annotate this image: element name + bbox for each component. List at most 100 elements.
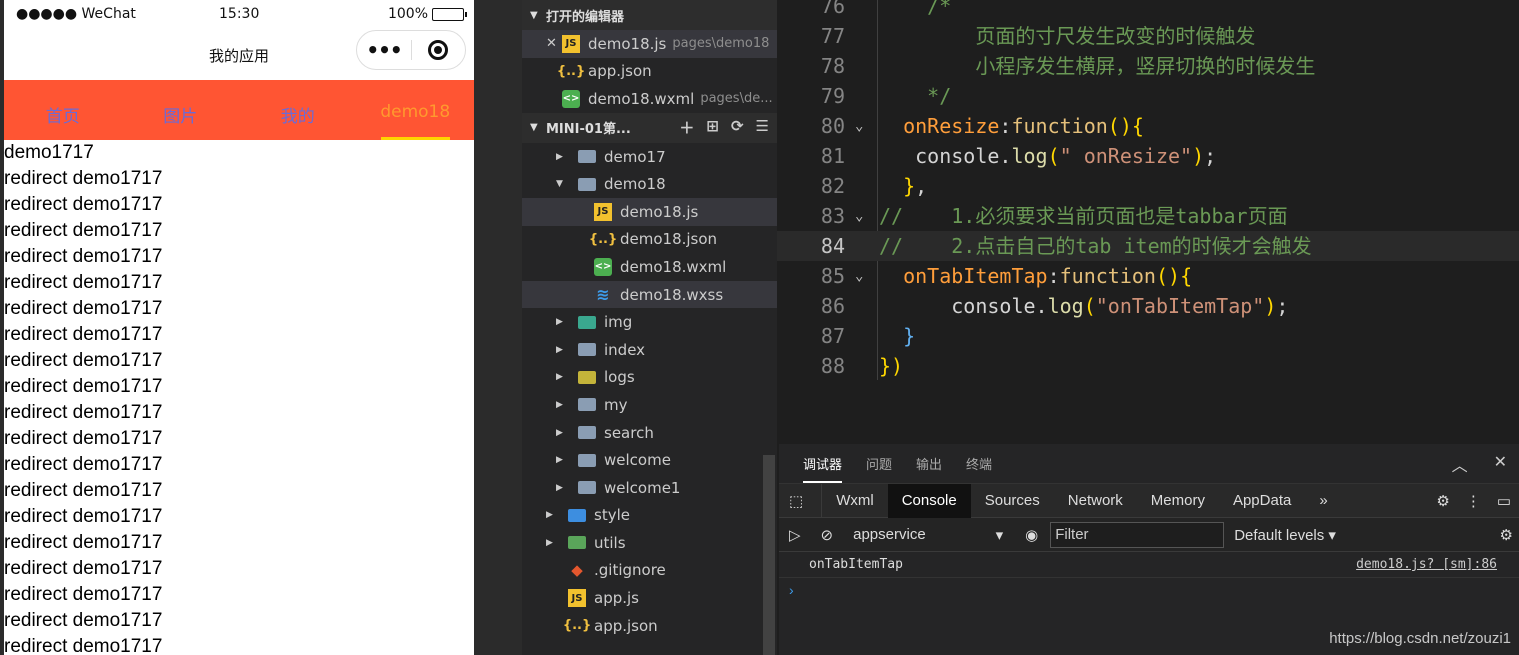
new-folder-icon[interactable]: ⊞ (706, 117, 719, 138)
explorer-scrollbar[interactable] (763, 455, 775, 655)
more-icon[interactable]: ••• (357, 38, 411, 62)
tree-item-app-js[interactable]: JS app.js (522, 584, 777, 612)
log-message: onTabItemTap (809, 557, 903, 572)
console-log-entry: onTabItemTap demo18.js? [sm]:86 (779, 552, 1519, 578)
wxss-file-icon: ≋ (596, 285, 610, 305)
file-name: demo18.js (588, 34, 667, 53)
tab-item-0[interactable]: 首页 (4, 80, 122, 140)
phone-simulator: ●●●●● WeChat 15:30 100% 我的应用 ••• 首页 图片 我的 d… (0, 0, 474, 655)
tab-problems[interactable]: 问题 (866, 454, 892, 473)
content-line: redirect demo1717 (4, 402, 163, 423)
more-tabs-icon[interactable]: » (1305, 484, 1341, 518)
folder-icon (578, 398, 596, 412)
project-header[interactable]: ▼ MINI-01第... ＋ ⊞ ⟳ ☰ (522, 112, 777, 143)
tree-item-label: my (604, 395, 628, 414)
tab-memory[interactable]: Memory (1137, 484, 1219, 518)
log-levels-select[interactable]: Default levels ▾ (1224, 526, 1346, 544)
content-line: redirect demo1717 (4, 194, 163, 215)
open-editor-item[interactable]: <> demo18.wxml pages\de... (522, 85, 777, 113)
tree-item-welcome1[interactable]: ▶ welcome1 (522, 474, 777, 502)
tree-item-app-json[interactable]: {..} app.json (522, 612, 777, 640)
close-icon[interactable]: ✕ (1494, 452, 1507, 476)
fold-chevron-icon[interactable]: ⌄ (855, 111, 863, 141)
tree-item-my[interactable]: ▶ my (522, 391, 777, 419)
tree-item-label: index (604, 340, 646, 359)
tab-console[interactable]: Console (887, 483, 971, 518)
tab-wxml[interactable]: Wxml (822, 484, 888, 518)
tab-terminal[interactable]: 终端 (966, 454, 992, 473)
tree-item-demo18-json[interactable]: {..} demo18.json (522, 226, 777, 254)
close-icon[interactable]: ✕ (546, 36, 562, 51)
folder-icon (578, 343, 596, 357)
tree-item-welcome[interactable]: ▶ welcome (522, 446, 777, 474)
line-number: 76 (820, 0, 845, 18)
wxml-file-icon: <> (562, 89, 580, 108)
fold-chevron-icon[interactable]: ⌄ (855, 201, 863, 231)
debugger-top-tabs: 调试器 问题 输出 终端 ︿ ✕ (779, 444, 1519, 484)
tree-item-demo18-wxml[interactable]: <> demo18.wxml (522, 253, 777, 281)
tree-item--gitignore[interactable]: ◆ .gitignore (522, 557, 777, 585)
clear-console-icon[interactable]: ⊘ (811, 526, 844, 544)
tree-item-index[interactable]: ▶ index (522, 336, 777, 364)
content-line: redirect demo1717 (4, 636, 163, 655)
tree-item-logs[interactable]: ▶ logs (522, 364, 777, 392)
line-number: 83 (820, 204, 845, 228)
tree-item-demo17[interactable]: ▶ demo17 (522, 143, 777, 171)
tab-network[interactable]: Network (1054, 484, 1137, 518)
dock-icon[interactable]: ▭ (1497, 492, 1511, 510)
collapse-all-icon[interactable]: ☰ (756, 117, 769, 138)
close-miniprogram-icon[interactable] (412, 40, 465, 60)
content-line: redirect demo1717 (4, 480, 163, 501)
tab-output[interactable]: 输出 (916, 454, 942, 473)
open-editor-item[interactable]: {..} app.json (522, 58, 777, 86)
tree-item-demo18[interactable]: ▼ demo18 (522, 170, 777, 198)
log-source-link[interactable]: demo18.js? [sm]:86 (1356, 557, 1497, 572)
tree-item-img[interactable]: ▶ img (522, 308, 777, 336)
folder-icon (568, 508, 586, 522)
simulator-divider[interactable] (474, 0, 522, 655)
tree-item-utils[interactable]: ▶ utils (522, 529, 777, 557)
tab-item-2[interactable]: 我的 (239, 80, 357, 140)
tab-item-3[interactable]: demo18 (357, 80, 475, 140)
tree-item-demo18-js[interactable]: JS demo18.js (522, 197, 777, 226)
tab-sources[interactable]: Sources (971, 484, 1054, 518)
tree-item-label: demo18.wxml (620, 257, 727, 276)
tree-item-search[interactable]: ▶ search (522, 419, 777, 447)
console-prompt[interactable]: › (779, 582, 1519, 598)
inspect-icon[interactable]: ⬚ (779, 483, 823, 518)
filter-input[interactable]: Filter (1050, 521, 1225, 548)
clock: 15:30 (219, 6, 260, 22)
content-line: redirect demo1717 (4, 324, 163, 345)
tab-debugger[interactable]: 调试器 (803, 454, 843, 483)
open-editor-item[interactable]: ✕ JS demo18.js pages\demo18 (522, 30, 777, 58)
tab-appdata[interactable]: AppData (1219, 484, 1305, 518)
tree-item-style[interactable]: ▶ style (522, 502, 777, 530)
line-number: 80 (820, 114, 845, 138)
sidebar-toggle-icon[interactable]: ▷ (779, 526, 811, 544)
code-line: 80 ⌄ onResize:function(){ (777, 111, 1519, 141)
console-settings-icon[interactable]: ⚙ (1500, 526, 1519, 544)
settings-icon[interactable]: ⚙ (1436, 492, 1449, 510)
tree-item-label: demo18 (604, 175, 666, 194)
folder-icon (578, 370, 596, 384)
more-options-icon[interactable]: ⋮ (1466, 492, 1481, 510)
context-select[interactable]: appservice ▾ (843, 526, 1013, 544)
tree-item-label: .gitignore (594, 561, 666, 580)
content-line: redirect demo1717 (4, 584, 163, 605)
eye-icon[interactable]: ◉ (1013, 526, 1050, 544)
fold-chevron-icon[interactable]: ⌄ (855, 261, 863, 291)
new-file-icon[interactable]: ＋ (679, 117, 694, 138)
tree-item-demo18-wxss[interactable]: ≋ demo18.wxss (522, 280, 777, 309)
code-line: 84 // 2.点击自己的tab item的时候才会触发 (777, 231, 1519, 261)
code-editor[interactable]: 76 /* 77 页面的寸尺发生改变的时候触发 78 小程序发生横屏，竖屏切换的时候… (777, 0, 1519, 444)
content-line: demo1717 (4, 142, 94, 163)
tab-item-1[interactable]: 图片 (122, 80, 240, 140)
code-text: /* (927, 0, 952, 18)
content-line: redirect demo1717 (4, 376, 163, 397)
js-file-icon: JS (562, 34, 580, 53)
chevron-down-icon: ▼ (556, 179, 563, 190)
refresh-icon[interactable]: ⟳ (731, 117, 744, 138)
open-editors-header[interactable]: ▼ 打开的编辑器 (522, 0, 777, 30)
maximize-icon[interactable]: ︿ (1452, 452, 1468, 476)
content-line: redirect demo1717 (4, 220, 163, 241)
